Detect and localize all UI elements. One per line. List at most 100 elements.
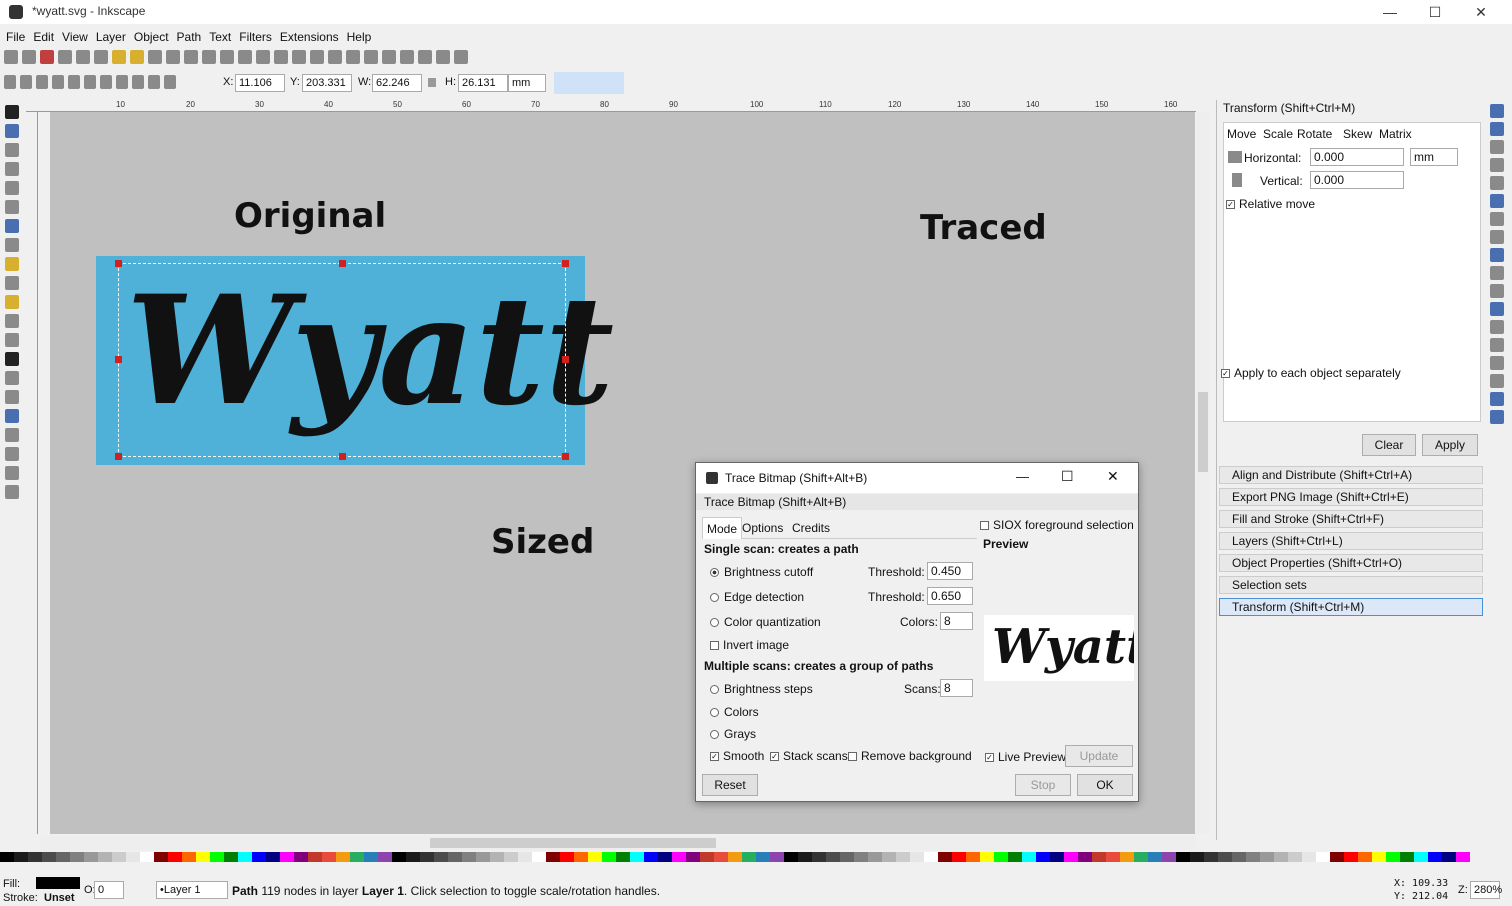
palette-swatch[interactable] bbox=[112, 852, 126, 862]
palette-swatch[interactable] bbox=[336, 852, 350, 862]
snap-bbox-edge-icon[interactable] bbox=[1490, 140, 1504, 154]
relative-move-checkbox[interactable]: ✓ Relative move bbox=[1226, 197, 1315, 211]
mesh-tool-icon[interactable] bbox=[5, 447, 19, 461]
palette-swatch[interactable] bbox=[1036, 852, 1050, 862]
scale-handle[interactable] bbox=[115, 356, 122, 363]
palette-swatch[interactable] bbox=[1176, 852, 1190, 862]
dock-layers[interactable]: Layers (Shift+Ctrl+L) bbox=[1219, 532, 1483, 550]
rotate-cw-icon[interactable] bbox=[68, 75, 80, 89]
palette-swatch[interactable] bbox=[658, 852, 672, 862]
palette-swatch[interactable] bbox=[1288, 852, 1302, 862]
menu-object[interactable]: Object bbox=[130, 28, 173, 46]
palette-swatch[interactable] bbox=[210, 852, 224, 862]
palette-swatch[interactable] bbox=[924, 852, 938, 862]
remove-background-checkbox[interactable]: Remove background bbox=[848, 749, 972, 763]
snap-rotation-center-icon[interactable] bbox=[1490, 338, 1504, 352]
gradient-tool-icon[interactable] bbox=[5, 428, 19, 442]
ok-button[interactable]: OK bbox=[1077, 774, 1133, 796]
calligraphy-tool-icon[interactable] bbox=[5, 333, 19, 347]
copy-icon[interactable] bbox=[148, 50, 162, 64]
palette-swatch[interactable] bbox=[1260, 852, 1274, 862]
scale-handle[interactable] bbox=[115, 260, 122, 267]
palette-swatch[interactable] bbox=[980, 852, 994, 862]
dropper-tool-icon[interactable] bbox=[5, 466, 19, 480]
snap-cusp-icon[interactable] bbox=[1490, 248, 1504, 262]
ungroup-icon[interactable] bbox=[328, 50, 342, 64]
scale-handle[interactable] bbox=[339, 453, 346, 460]
palette-swatch[interactable] bbox=[630, 852, 644, 862]
vertical-scrollbar[interactable] bbox=[1196, 112, 1210, 834]
palette-swatch[interactable] bbox=[1106, 852, 1120, 862]
palette-swatch[interactable] bbox=[994, 852, 1008, 862]
palette-swatch[interactable] bbox=[420, 852, 434, 862]
zoom-page-icon[interactable] bbox=[238, 50, 252, 64]
palette-swatch[interactable] bbox=[476, 852, 490, 862]
menu-help[interactable]: Help bbox=[343, 28, 376, 46]
palette-swatch[interactable] bbox=[392, 852, 406, 862]
undo-icon[interactable] bbox=[112, 50, 126, 64]
scroll-thumb[interactable] bbox=[1198, 392, 1208, 472]
menu-filters[interactable]: Filters bbox=[235, 28, 276, 46]
horizontal-scrollbar[interactable] bbox=[40, 836, 1196, 850]
palette-swatch[interactable] bbox=[1120, 852, 1134, 862]
palette-swatch[interactable] bbox=[224, 852, 238, 862]
eraser-tool-icon[interactable] bbox=[5, 390, 19, 404]
scale-handle[interactable] bbox=[562, 356, 569, 363]
palette-swatch[interactable] bbox=[322, 852, 336, 862]
palette-swatch[interactable] bbox=[434, 852, 448, 862]
stack-scans-checkbox[interactable]: ✓ Stack scans bbox=[770, 749, 848, 763]
clear-button[interactable]: Clear bbox=[1362, 434, 1416, 456]
palette-swatch[interactable] bbox=[1204, 852, 1218, 862]
palette-swatch[interactable] bbox=[98, 852, 112, 862]
palette-swatch[interactable] bbox=[574, 852, 588, 862]
snap-path-icon[interactable] bbox=[1490, 212, 1504, 226]
tab-mode[interactable]: Mode bbox=[702, 517, 743, 539]
radio-dot[interactable] bbox=[710, 708, 719, 718]
palette-swatch[interactable] bbox=[546, 852, 560, 862]
original-label[interactable]: Original bbox=[234, 196, 386, 236]
palette-swatch[interactable] bbox=[1414, 852, 1428, 862]
palette-swatch[interactable] bbox=[1344, 852, 1358, 862]
opacity-input[interactable]: 0 bbox=[94, 881, 124, 899]
palette-swatch[interactable] bbox=[882, 852, 896, 862]
palette-swatch[interactable] bbox=[266, 852, 280, 862]
palette-swatch[interactable] bbox=[532, 852, 546, 862]
snap-bbox-midpoint-icon[interactable] bbox=[1490, 176, 1504, 190]
snap-intersection-icon[interactable] bbox=[1490, 230, 1504, 244]
palette-swatch[interactable] bbox=[308, 852, 322, 862]
star-tool-icon[interactable] bbox=[5, 257, 19, 271]
tab-move[interactable]: Move bbox=[1227, 127, 1256, 141]
palette-swatch[interactable] bbox=[1386, 852, 1400, 862]
palette-swatch[interactable] bbox=[784, 852, 798, 862]
lower-icon[interactable] bbox=[148, 75, 160, 89]
palette-swatch[interactable] bbox=[1232, 852, 1246, 862]
zoom-selection-icon[interactable] bbox=[202, 50, 216, 64]
palette-swatch[interactable] bbox=[1428, 852, 1442, 862]
dock-fill-stroke[interactable]: Fill and Stroke (Shift+Ctrl+F) bbox=[1219, 510, 1483, 528]
palette-swatch[interactable] bbox=[126, 852, 140, 862]
palette-swatch[interactable] bbox=[854, 852, 868, 862]
unit-select[interactable]: mm bbox=[1410, 148, 1458, 166]
palette-swatch[interactable] bbox=[1274, 852, 1288, 862]
import-icon[interactable] bbox=[76, 50, 90, 64]
snap-text-baseline-icon[interactable] bbox=[1490, 356, 1504, 370]
palette-swatch[interactable] bbox=[1078, 852, 1092, 862]
scans-input[interactable]: 8 bbox=[940, 679, 973, 697]
palette-swatch[interactable] bbox=[1218, 852, 1232, 862]
dock-object-properties[interactable]: Object Properties (Shift+Ctrl+O) bbox=[1219, 554, 1483, 572]
invert-image-checkbox[interactable]: Invert image bbox=[710, 638, 789, 652]
scroll-thumb[interactable] bbox=[430, 838, 716, 848]
raise-icon[interactable] bbox=[132, 75, 144, 89]
snap-grid-icon[interactable] bbox=[1490, 392, 1504, 406]
scale-handle[interactable] bbox=[115, 453, 122, 460]
checkbox-box[interactable]: ✓ bbox=[1221, 369, 1230, 379]
document-properties-icon[interactable] bbox=[454, 50, 468, 64]
spiral-tool-icon[interactable] bbox=[5, 276, 19, 290]
checkbox-box[interactable]: ✓ bbox=[1226, 200, 1235, 210]
palette-swatch[interactable] bbox=[490, 852, 504, 862]
flip-horizontal-icon[interactable] bbox=[84, 75, 96, 89]
paste-icon[interactable] bbox=[184, 50, 198, 64]
dock-align-distribute[interactable]: Align and Distribute (Shift+Ctrl+A) bbox=[1219, 466, 1483, 484]
palette-swatch[interactable] bbox=[1246, 852, 1260, 862]
radio-dot[interactable] bbox=[710, 593, 719, 603]
